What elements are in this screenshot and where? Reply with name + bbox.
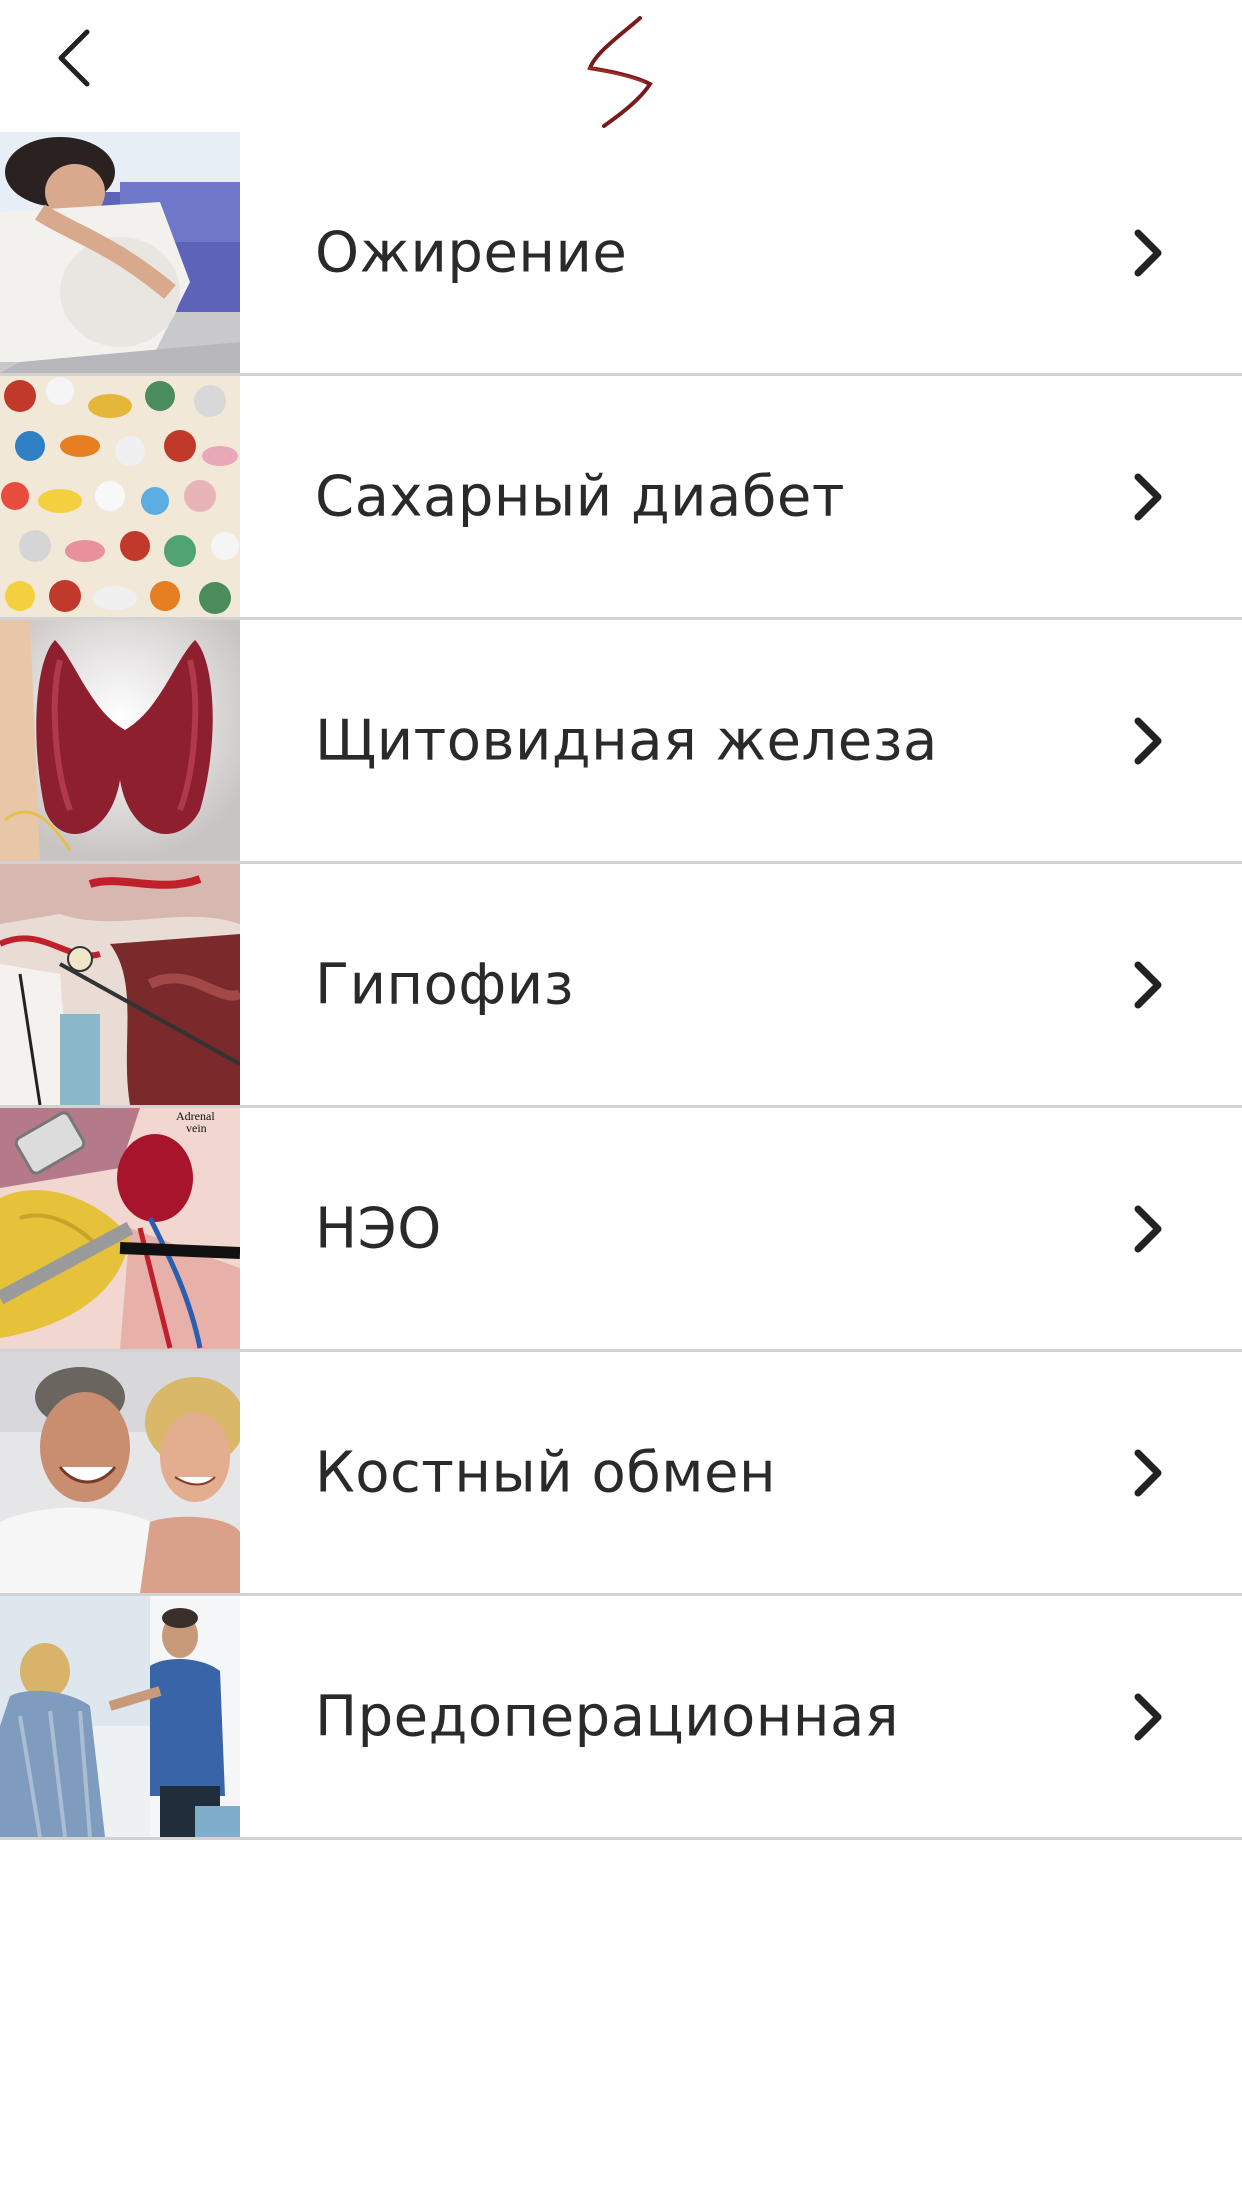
list-item-label: Щитовидная железа bbox=[315, 708, 938, 773]
chevron-right-icon bbox=[1134, 473, 1162, 520]
list-item-label: Предоперационная bbox=[315, 1684, 900, 1749]
svg-text:vein: vein bbox=[186, 1121, 207, 1135]
thyroid-illustration bbox=[0, 620, 240, 861]
chevron-right-icon bbox=[1134, 1693, 1162, 1740]
list-item-label: Сахарный диабет bbox=[315, 464, 845, 529]
adrenal-illustration: Adrenal vein bbox=[0, 1108, 240, 1349]
s-signature-logo bbox=[587, 16, 653, 128]
chevron-right-icon bbox=[1134, 717, 1162, 764]
pituitary-illustration bbox=[0, 864, 240, 1105]
list-item-pituitary[interactable]: Гипофиз bbox=[0, 864, 1242, 1108]
back-button[interactable] bbox=[40, 18, 110, 98]
chevron-right-icon bbox=[1134, 229, 1162, 276]
list-item-diabetes[interactable]: Сахарный диабет bbox=[0, 376, 1242, 620]
chevron-right-icon bbox=[1134, 961, 1162, 1008]
list-item-thyroid[interactable]: Щитовидная железа bbox=[0, 620, 1242, 864]
list-item-label: Ожирение bbox=[315, 220, 628, 285]
list-item-label: Костный обмен bbox=[315, 1440, 777, 1505]
list-item-neo[interactable]: Adrenal vein НЭО bbox=[0, 1108, 1242, 1352]
list-item-obesity[interactable]: Ожирение bbox=[0, 132, 1242, 376]
header-bar bbox=[0, 0, 1242, 132]
list-item-preoperative[interactable]: Предоперационная bbox=[0, 1596, 1242, 1840]
couple-photo bbox=[0, 1352, 240, 1593]
obesity-photo bbox=[0, 132, 240, 373]
topics-list: Ожирение Сахарный диабет Щитовидная желе… bbox=[0, 132, 1242, 1840]
doctor-patient-photo bbox=[0, 1596, 240, 1837]
chevron-right-icon bbox=[1134, 1449, 1162, 1496]
chevron-right-icon bbox=[1134, 1205, 1162, 1252]
list-item-label: Гипофиз bbox=[315, 952, 574, 1017]
chevron-left-icon bbox=[58, 29, 90, 87]
list-item-bone-metabolism[interactable]: Костный обмен bbox=[0, 1352, 1242, 1596]
list-item-label: НЭО bbox=[315, 1196, 442, 1261]
pills-photo bbox=[0, 376, 240, 617]
